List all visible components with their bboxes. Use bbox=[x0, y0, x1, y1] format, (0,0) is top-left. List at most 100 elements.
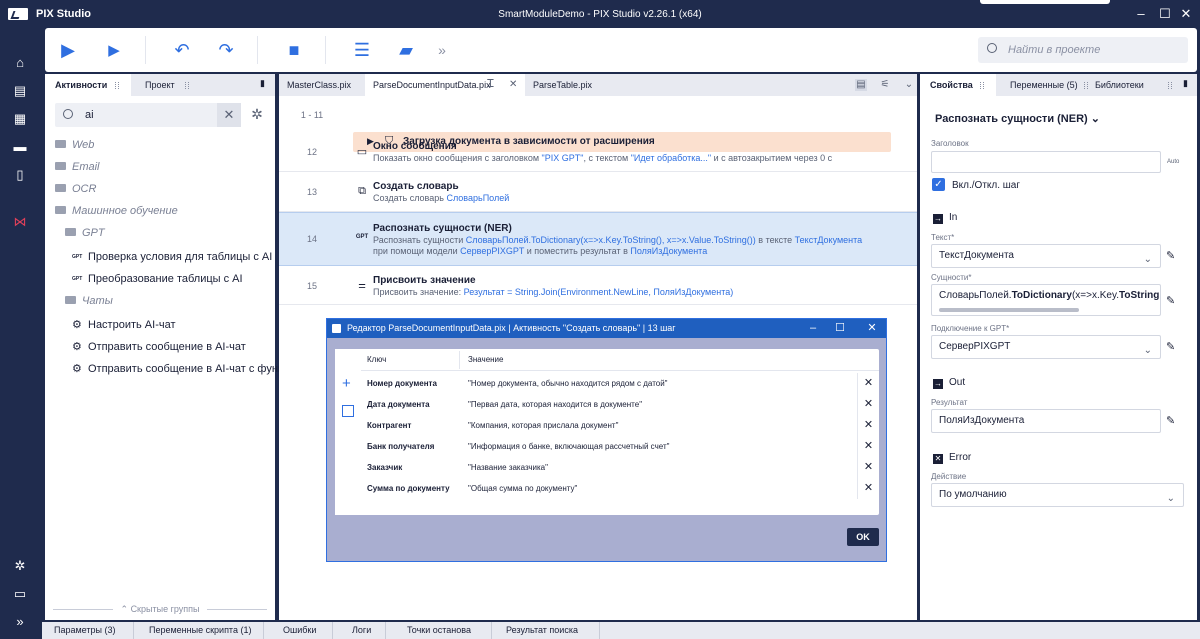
table-row[interactable]: Заказчик "Название заказчика" ✕ bbox=[361, 457, 879, 478]
desc-link[interactable]: Результат = String.Join(Environment.NewL… bbox=[464, 287, 734, 297]
tree-category-email[interactable]: Email bbox=[55, 161, 100, 173]
tree-activity-setup-ai-chat[interactable]: ⚙ Настроить AI-чат bbox=[72, 318, 176, 331]
edit-icon[interactable]: ✎ bbox=[1166, 249, 1178, 262]
tree-activity-check-table-ai[interactable]: GPT Проверка условия для таблицы с AI bbox=[72, 251, 272, 263]
delete-row-icon[interactable]: ✕ bbox=[857, 415, 879, 436]
settings-icon[interactable]: ✲ bbox=[12, 558, 28, 574]
maximize-icon[interactable]: ☐ bbox=[830, 319, 850, 338]
desc-link[interactable]: ПоляИзДокумента bbox=[630, 246, 707, 256]
result-input[interactable]: ПоляИзДокумента bbox=[931, 409, 1161, 433]
tab-parse-document[interactable]: ParseDocumentInputData.pix bbox=[365, 74, 525, 96]
entities-scrollbar[interactable] bbox=[939, 308, 1079, 312]
minimize-icon[interactable]: – bbox=[803, 319, 823, 338]
desc-link[interactable]: СерверPIXGPT bbox=[460, 246, 524, 256]
edit-icon[interactable]: ✎ bbox=[1166, 294, 1178, 307]
more-icon[interactable]: » bbox=[431, 39, 453, 61]
tab-variables[interactable]: Переменные (5) bbox=[1000, 74, 1084, 96]
desc-link[interactable]: СловарьПолей.ToDictionary(x=>x.Key.ToStr… bbox=[466, 235, 756, 245]
gpt-connection-select[interactable]: СерверPIXGPT ⌄ bbox=[931, 335, 1161, 359]
row-key[interactable]: Сумма по документу bbox=[367, 484, 459, 493]
run-icon[interactable]: ▶ bbox=[57, 39, 79, 61]
row-value[interactable]: "Номер документа, обычно находится рядом… bbox=[468, 379, 668, 388]
row-key[interactable]: Заказчик bbox=[367, 463, 459, 472]
pin-icon[interactable]: ▮ bbox=[1183, 78, 1188, 89]
desc-link[interactable]: "Идет обработка..." bbox=[631, 153, 711, 163]
close-icon[interactable]: ✕ bbox=[862, 319, 882, 338]
table-row[interactable]: Дата документа "Первая дата, которая нах… bbox=[361, 394, 879, 415]
row-value[interactable]: "Общая сумма по документу" bbox=[468, 484, 577, 493]
tree-activity-send-ai-chat[interactable]: ⚙ Отправить сообщение в AI-чат bbox=[72, 340, 246, 353]
row-value[interactable]: "Первая дата, которая находится в докуме… bbox=[468, 400, 642, 409]
drag-handle-icon[interactable] bbox=[115, 82, 119, 89]
undo-icon[interactable]: ↶ bbox=[171, 39, 193, 61]
project-search[interactable]: Найти в проекте bbox=[978, 37, 1188, 63]
tab-parameters[interactable]: Параметры (3) bbox=[42, 622, 134, 639]
tab-libraries[interactable]: Библиотеки bbox=[1085, 74, 1175, 96]
desc-link[interactable]: СловарьПолей bbox=[446, 193, 509, 203]
tab-script-variables[interactable]: Переменные скрипта (1) bbox=[137, 622, 264, 639]
row-key[interactable]: Номер документа bbox=[367, 379, 459, 388]
script-row-assign[interactable]: 15 = Присвоить значение Присвоить значен… bbox=[279, 266, 917, 305]
list-check-icon[interactable]: ☰ bbox=[351, 39, 373, 61]
activities-search[interactable]: ai ✕ bbox=[55, 103, 241, 127]
delete-row-icon[interactable]: ✕ bbox=[857, 478, 879, 499]
minimize-icon[interactable]: – bbox=[1131, 6, 1151, 21]
tab-properties[interactable]: Свойства bbox=[920, 74, 996, 96]
tab-search-results[interactable]: Результат поиска bbox=[494, 622, 600, 639]
row-key[interactable]: Дата документа bbox=[367, 400, 459, 409]
tree-category-gpt[interactable]: GPT bbox=[65, 227, 105, 239]
row-key[interactable]: Банк получателя bbox=[367, 442, 459, 451]
activity-type-selector[interactable]: Распознать сущности (NER) ⌄ bbox=[935, 112, 1100, 125]
edit-icon[interactable]: ✎ bbox=[1166, 414, 1178, 427]
row-key[interactable]: Контрагент bbox=[367, 421, 459, 430]
tab-errors[interactable]: Ошибки bbox=[271, 622, 333, 639]
chevron-down-icon[interactable]: ⌄ bbox=[903, 79, 915, 91]
script-row-group[interactable]: 1 - 11 ▶ ⛉ Загрузка документа в зависимо… bbox=[279, 100, 917, 152]
maximize-icon[interactable]: ☐ bbox=[1155, 6, 1175, 22]
tree-category-web[interactable]: Web bbox=[55, 139, 94, 151]
script-row-ner[interactable]: 14 GPT Распознать сущности (NER) Распозн… bbox=[279, 212, 917, 266]
filter-icon[interactable]: ⚟ bbox=[879, 79, 891, 91]
drag-handle-icon[interactable] bbox=[1168, 82, 1172, 89]
close-icon[interactable]: ✕ bbox=[1176, 6, 1196, 22]
tree-activity-send-ai-chat-func[interactable]: ⚙ Отправить сообщение в AI-чат с функ... bbox=[72, 362, 292, 375]
table-row[interactable]: Контрагент "Компания, которая прислала д… bbox=[361, 415, 879, 436]
row-value[interactable]: "Компания, которая прислала документ" bbox=[468, 421, 618, 430]
delete-rows-icon[interactable] bbox=[342, 405, 354, 417]
action-select[interactable]: По умолчанию ⌄ bbox=[931, 483, 1184, 507]
desc-link[interactable]: "PIX GPT" bbox=[542, 153, 584, 163]
home-icon[interactable]: ⌂ bbox=[12, 55, 28, 71]
script-row-message[interactable]: 12 ▭ Окно сообщения Показать окно сообще… bbox=[279, 131, 917, 172]
save-icon[interactable]: ▤ bbox=[12, 83, 28, 99]
desc-link[interactable]: ТекстДокумента bbox=[795, 235, 863, 245]
pin-icon[interactable]: ▮ bbox=[260, 78, 265, 89]
tree-category-chats[interactable]: Чаты bbox=[65, 295, 113, 307]
row-value[interactable]: "Название заказчика" bbox=[468, 463, 548, 472]
clear-search-icon[interactable]: ✕ bbox=[217, 103, 241, 127]
drag-handle-icon[interactable] bbox=[185, 82, 189, 89]
expand-rail-icon[interactable]: » bbox=[12, 614, 28, 630]
save-all-icon[interactable]: ▦ bbox=[12, 111, 28, 127]
folder-icon[interactable]: ▰ bbox=[395, 39, 417, 61]
tab-project[interactable]: Проект bbox=[135, 74, 225, 96]
table-row[interactable]: Сумма по документу "Общая сумма по докум… bbox=[361, 478, 879, 499]
text-select[interactable]: ТекстДокумента ⌄ bbox=[931, 244, 1161, 268]
layout-icon[interactable]: ▤ bbox=[855, 79, 867, 91]
tree-category-ml[interactable]: Машинное обучение bbox=[55, 205, 178, 217]
add-row-icon[interactable]: + bbox=[342, 375, 351, 392]
document-icon[interactable]: ▯ bbox=[12, 167, 28, 183]
delete-row-icon[interactable]: ✕ bbox=[857, 457, 879, 478]
delete-row-icon[interactable]: ✕ bbox=[857, 394, 879, 415]
table-row[interactable]: Банк получателя "Информация о банке, вкл… bbox=[361, 436, 879, 457]
close-tab-icon[interactable]: ✕ bbox=[509, 79, 517, 90]
tab-breakpoints[interactable]: Точки останова bbox=[395, 622, 492, 639]
toggle-step-checkbox[interactable]: ✓ bbox=[932, 178, 945, 191]
drag-handle-icon[interactable] bbox=[980, 82, 984, 89]
header-input[interactable] bbox=[931, 151, 1161, 173]
tab-parse-table[interactable]: ParseTable.pix bbox=[525, 74, 625, 96]
delete-row-icon[interactable]: ✕ bbox=[857, 373, 879, 394]
activities-search-value[interactable]: ai bbox=[85, 109, 94, 121]
tab-masterclass[interactable]: MasterClass.pix bbox=[279, 74, 361, 96]
redo-icon[interactable]: ↷ bbox=[215, 39, 237, 61]
tree-activity-transform-table-ai[interactable]: GPT Преобразование таблицы с AI bbox=[72, 273, 243, 285]
